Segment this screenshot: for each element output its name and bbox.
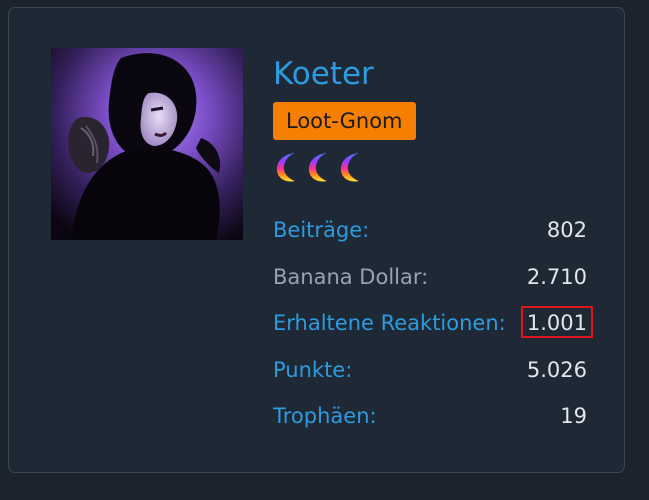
stat-row-reactions: Erhaltene Reaktionen: 1.001 bbox=[273, 301, 593, 348]
stat-row-trophies: Trophäen: 19 bbox=[273, 394, 589, 441]
moon-icon[interactable] bbox=[337, 150, 365, 184]
stat-label-trophies[interactable]: Trophäen: bbox=[273, 394, 377, 438]
stat-row-points: Punkte: 5.026 bbox=[273, 348, 589, 395]
stat-label-banana-dollar: Banana Dollar: bbox=[273, 264, 429, 289]
trophy-icons bbox=[273, 150, 365, 186]
member-stats: Beiträge: 802 Banana Dollar: 2.710 Erhal… bbox=[273, 208, 593, 441]
moon-icon[interactable] bbox=[273, 150, 301, 184]
stat-value-points: 5.026 bbox=[526, 357, 587, 382]
stat-value-trophies: 19 bbox=[560, 404, 587, 428]
stat-row-banana-dollar: Banana Dollar: 2.710 bbox=[273, 255, 589, 302]
rank-badge: Loot-Gnom bbox=[273, 102, 416, 140]
username-link[interactable]: Koeter bbox=[273, 54, 374, 94]
stat-label-reactions[interactable]: Erhaltene Reaktionen: bbox=[273, 301, 506, 345]
moon-icon[interactable] bbox=[305, 150, 333, 184]
member-tooltip-card: Koeter Loot-Gnom Beiträge: 802 Banana Do… bbox=[8, 7, 625, 473]
stat-value-reactions: 1.001 bbox=[520, 306, 593, 338]
avatar[interactable] bbox=[51, 48, 243, 240]
stat-label-posts[interactable]: Beiträge: bbox=[273, 208, 369, 252]
stat-value-banana-dollar: 2.710 bbox=[526, 264, 587, 289]
stat-label-points[interactable]: Punkte: bbox=[273, 348, 352, 392]
stat-value-posts: 802 bbox=[546, 218, 587, 242]
stat-row-posts: Beiträge: 802 bbox=[273, 208, 589, 255]
avatar-image bbox=[51, 48, 243, 240]
